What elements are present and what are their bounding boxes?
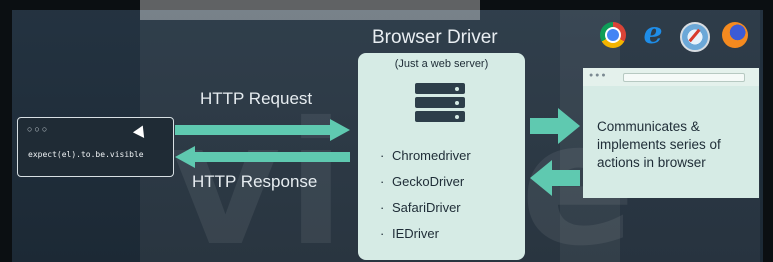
browser-toolbar: ● ● ● bbox=[583, 68, 759, 86]
code-snippet: expect(el).to.be.visible bbox=[28, 150, 144, 159]
browser-description: Communicates & implements series of acti… bbox=[597, 119, 721, 170]
driver-item: · IEDriver bbox=[380, 226, 439, 241]
driver-item: · SafariDriver bbox=[380, 200, 461, 215]
http-response-label: HTTP Response bbox=[192, 172, 318, 191]
browser-window: ● ● ● Communicates & implements series o… bbox=[583, 68, 759, 198]
firefox-icon bbox=[722, 22, 748, 48]
test-code-window: ○○○ expect(el).to.be.visible bbox=[17, 117, 174, 177]
letterbox-left bbox=[0, 0, 12, 262]
browser-url-bar bbox=[623, 73, 745, 82]
chrome-icon bbox=[600, 22, 626, 48]
browser-driver-box: (Just a web server) · Chromedriver · Gecko… bbox=[358, 53, 525, 260]
diagram-title: Browser Driver bbox=[372, 27, 498, 48]
letterbox-right bbox=[763, 0, 773, 262]
server-subtitle: (Just a web server) bbox=[394, 58, 489, 70]
diagram-canvas: vizle Browser Driver (Just a web server)… bbox=[0, 0, 773, 262]
internet-explorer-icon: e bbox=[643, 16, 663, 51]
watermark-top-bar bbox=[140, 0, 480, 20]
http-request-label: HTTP Request bbox=[200, 89, 313, 108]
driver-item: · GeckoDriver bbox=[380, 174, 465, 189]
browser-controls-icon: ● ● ● bbox=[589, 72, 606, 79]
server-icon bbox=[415, 83, 465, 125]
safari-icon bbox=[680, 22, 710, 52]
window-controls-icon: ○○○ bbox=[27, 124, 50, 134]
driver-list: · Chromedriver · GeckoDriver · SafariDriver… bbox=[380, 143, 471, 247]
driver-item: · Chromedriver bbox=[380, 148, 471, 163]
